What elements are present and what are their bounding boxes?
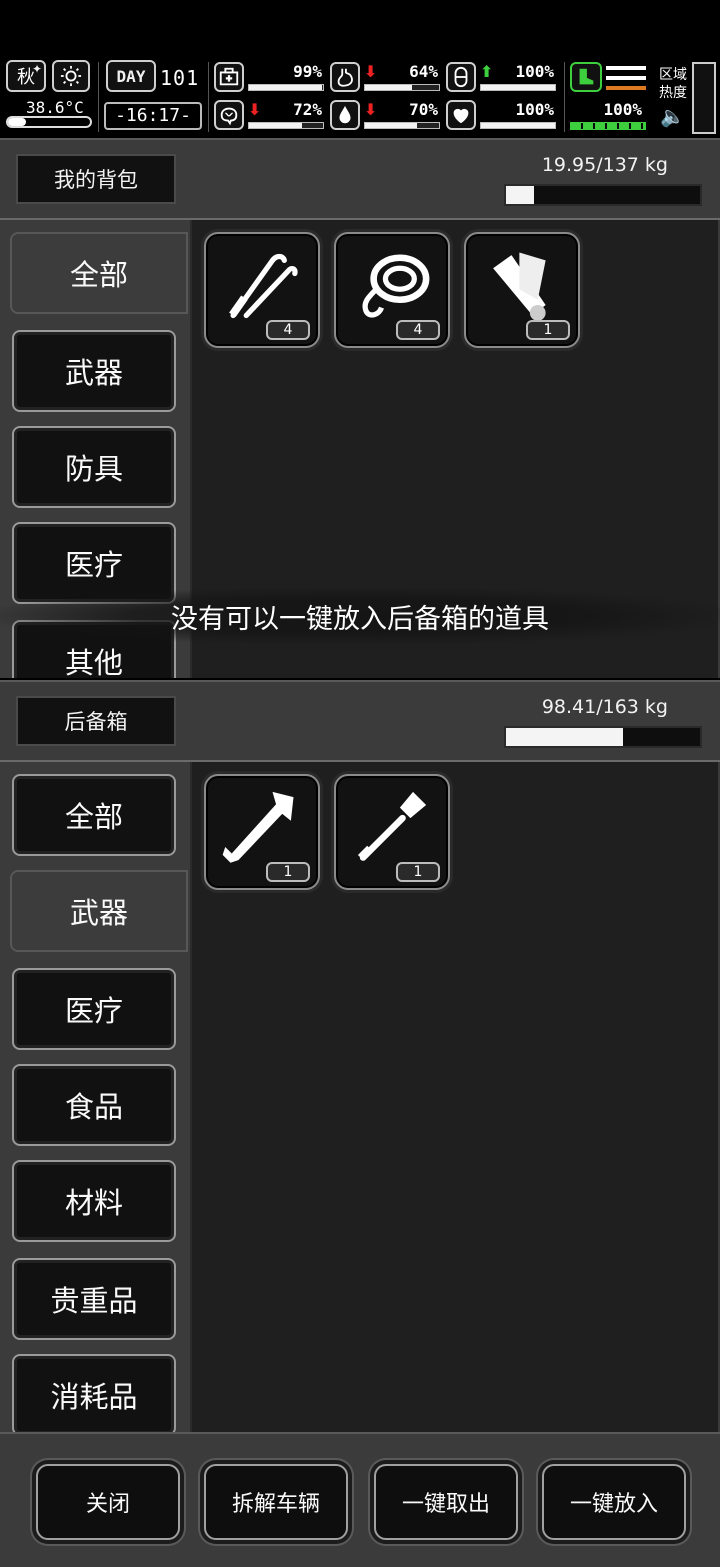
day-number: 101: [160, 66, 200, 90]
temperature-readout: 38.6°C: [26, 98, 84, 117]
stomach-icon: [330, 62, 360, 92]
backpack-item-slot[interactable]: 4: [334, 232, 450, 348]
brain-icon: [214, 100, 244, 130]
put-all-button[interactable]: 一键放入: [542, 1464, 686, 1540]
trunk-body: 1 1 全部 武器 医疗 食品 材料 贵重品 消耗品: [0, 762, 720, 1432]
item-count: 1: [526, 320, 570, 340]
capsule-icon: [446, 62, 476, 92]
trunk-weight-fill: [506, 728, 624, 746]
backpack-weight-bar: [504, 184, 702, 206]
stamina-bar: [570, 122, 646, 130]
thirst-bar-fill: [365, 123, 417, 128]
backpack-category-weapons[interactable]: 武器: [12, 330, 176, 412]
shovel-icon: [357, 791, 427, 861]
water-drop-icon: [330, 100, 360, 130]
mind-bar-fill: [249, 123, 303, 128]
speaker-icon: 🔈: [660, 104, 685, 128]
item-count: 1: [266, 862, 310, 882]
trunk-title: 后备箱: [16, 696, 176, 746]
health-bar-fill: [249, 85, 323, 90]
thirst-value: 70%: [409, 100, 438, 119]
thirst-bar: [364, 122, 440, 129]
trunk-category-valuables[interactable]: 贵重品: [12, 1258, 176, 1340]
energy-bar: [480, 84, 556, 91]
hunger-bar: [364, 84, 440, 91]
cloth-roll-icon: [493, 252, 546, 321]
trunk-header: 后备箱 98.41/163 kg: [0, 680, 720, 762]
backpack-weight-fill: [506, 186, 535, 204]
heart-value: 100%: [515, 100, 554, 119]
trunk-category-consumables[interactable]: 消耗品: [12, 1354, 176, 1432]
backpack-weight: 19.95/137 kg: [541, 154, 668, 176]
day-label: DAY: [116, 66, 146, 86]
item-count: 1: [396, 862, 440, 882]
heart-bar-fill: [481, 123, 555, 128]
heart-icon: [446, 100, 476, 130]
trunk-category-medical[interactable]: 医疗: [12, 968, 176, 1050]
trunk-item-grid: 1 1: [190, 762, 718, 1432]
item-count: 4: [396, 320, 440, 340]
trunk-category-all[interactable]: 全部: [12, 774, 176, 856]
item-count: 4: [266, 320, 310, 340]
trunk-category-materials[interactable]: 材料: [12, 1160, 176, 1242]
hunger-value: 64%: [409, 62, 438, 81]
boot-icon: [570, 62, 602, 92]
trunk-weight-bar: [504, 726, 702, 748]
hunger-bar-fill: [365, 85, 413, 90]
backpack-title: 我的背包: [16, 154, 176, 204]
mind-value: 72%: [293, 100, 322, 119]
toast-message: 没有可以一键放入后备箱的道具: [0, 588, 720, 644]
action-bar: 关闭 拆解车辆 一键取出 一键放入: [0, 1432, 720, 1567]
picks-icon: [229, 253, 298, 319]
day-badge: DAY: [106, 60, 156, 92]
trunk-item-slot[interactable]: 1: [334, 774, 450, 890]
dismantle-vehicle-button[interactable]: 拆解车辆: [204, 1464, 348, 1540]
health-value: 99%: [293, 62, 322, 81]
energy-value: 100%: [515, 62, 554, 81]
backpack-item-slot[interactable]: 4: [204, 232, 320, 348]
trunk-weight: 98.41/163 kg: [541, 696, 668, 718]
speed-lines-icon: [606, 66, 646, 90]
clock-readout: -16:17-: [104, 102, 202, 130]
trunk-category-weapons[interactable]: 武器: [10, 870, 188, 952]
energy-bar-fill: [481, 85, 555, 90]
thermometer-icon: [6, 116, 92, 128]
first-aid-icon: [214, 62, 244, 92]
tomahawk-icon: [222, 791, 294, 863]
health-bar: [248, 84, 324, 91]
stamina-value: 100%: [603, 100, 642, 119]
backpack-header: 我的背包 19.95/137 kg: [0, 138, 720, 220]
backpack-category-all[interactable]: 全部: [10, 232, 188, 314]
sun-icon: [52, 60, 90, 92]
mind-bar: [248, 122, 324, 129]
area-heat-meter: [692, 62, 716, 134]
trunk-item-slot[interactable]: 1: [204, 774, 320, 890]
trunk-category-food[interactable]: 食品: [12, 1064, 176, 1146]
rope-icon: [362, 254, 430, 318]
close-button[interactable]: 关闭: [36, 1464, 180, 1540]
take-all-button[interactable]: 一键取出: [374, 1464, 518, 1540]
backpack-item-slot[interactable]: 1: [464, 232, 580, 348]
status-bar: 秋 ✦ 38.6°C DAY 101 -16:17- 99% ⬇ 64% ⬆ 1…: [0, 58, 720, 136]
leaf-icon: ✦: [31, 62, 42, 76]
area-heat-label: 区域热度: [659, 67, 687, 101]
backpack-category-armor[interactable]: 防具: [12, 426, 176, 508]
season-badge: 秋 ✦: [6, 60, 46, 92]
heart-bar: [480, 122, 556, 129]
